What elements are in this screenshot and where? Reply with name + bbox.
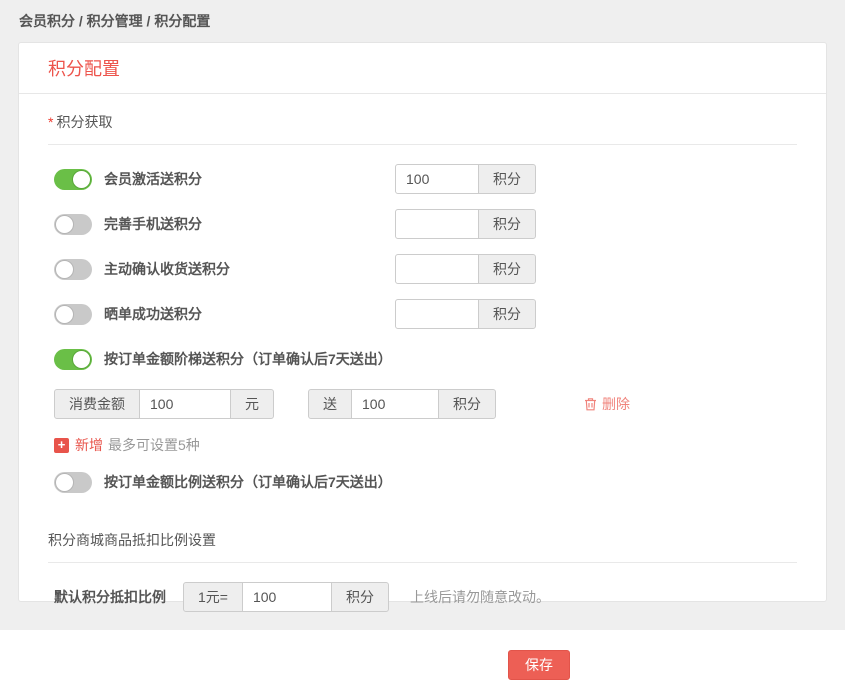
amount-label-addon: 消费金额 <box>54 389 140 419</box>
section-title-earn: *积分获取 <box>48 112 797 132</box>
delete-label: 删除 <box>602 394 630 414</box>
unit-addon: 积分 <box>331 582 389 612</box>
points-config-card: 积分配置 *积分获取 会员激活送积分 积分 完善手机送积分 <box>18 42 827 602</box>
give-points-group: 送 积分 <box>308 389 496 419</box>
toggle-knob <box>55 305 74 324</box>
divider <box>48 562 797 563</box>
points-input-group: 积分 <box>395 299 536 329</box>
ladder-config-row: 消费金额 元 送 积分 删除 <box>48 389 797 419</box>
trash-icon <box>584 397 597 411</box>
deduction-ratio-input[interactable] <box>242 582 332 612</box>
toggle-ladder-points[interactable] <box>54 349 92 370</box>
row-member-activation: 会员激活送积分 积分 <box>48 164 797 194</box>
action-bar: 保存 <box>0 630 845 690</box>
section-label-earn: 积分获取 <box>56 114 112 130</box>
card-header: 积分配置 <box>19 43 826 94</box>
toggle-share-order[interactable] <box>54 304 92 325</box>
unit-addon: 积分 <box>478 254 536 284</box>
yuan-addon: 元 <box>230 389 274 419</box>
row-confirm-receipt: 主动确认收货送积分 积分 <box>48 254 797 284</box>
toggle-knob <box>55 215 74 234</box>
deduction-ratio-label: 默认积分抵扣比例 <box>54 587 166 607</box>
points-input-group: 积分 <box>395 209 536 239</box>
toggle-ratio-points[interactable] <box>54 472 92 493</box>
toggle-member-activation[interactable] <box>54 169 92 190</box>
yuan-prefix-addon: 1元= <box>183 582 243 612</box>
row-label: 按订单金额阶梯送积分（订单确认后7天送出） <box>104 349 392 369</box>
consume-amount-input[interactable] <box>139 389 231 419</box>
unit-addon: 积分 <box>478 164 536 194</box>
row-ratio-points: 按订单金额比例送积分（订单确认后7天送出） <box>48 467 797 497</box>
row-label: 按订单金额比例送积分（订单确认后7天送出） <box>104 472 392 492</box>
points-input-group: 积分 <box>395 254 536 284</box>
give-label-addon: 送 <box>308 389 352 419</box>
deduction-ratio-group: 1元= 积分 <box>183 582 389 612</box>
toggle-complete-phone[interactable] <box>54 214 92 235</box>
row-share-order: 晒单成功送积分 积分 <box>48 299 797 329</box>
unit-addon: 积分 <box>438 389 496 419</box>
row-complete-phone: 完善手机送积分 积分 <box>48 209 797 239</box>
default-deduction-row: 默认积分抵扣比例 1元= 积分 上线后请勿随意改动。 <box>48 582 797 612</box>
unit-addon: 积分 <box>478 299 536 329</box>
points-input-confirm-receipt[interactable] <box>395 254 479 284</box>
toggle-knob <box>55 473 74 492</box>
points-input-member-activation[interactable] <box>395 164 479 194</box>
toggle-knob <box>72 170 91 189</box>
add-ladder-row: + 新增 最多可设置5种 <box>48 437 797 453</box>
points-input-group: 积分 <box>395 164 536 194</box>
plus-icon[interactable]: + <box>54 438 69 453</box>
toggle-confirm-receipt[interactable] <box>54 259 92 280</box>
save-button[interactable]: 保存 <box>508 650 570 680</box>
deduction-note: 上线后请勿随意改动。 <box>410 587 550 607</box>
card-body: *积分获取 会员激活送积分 积分 完善手机送积分 积分 <box>19 112 826 612</box>
divider <box>48 144 797 145</box>
row-label: 完善手机送积分 <box>104 214 202 234</box>
toggle-knob <box>72 350 91 369</box>
consume-amount-group: 消费金额 元 <box>54 389 274 419</box>
page-title: 积分配置 <box>48 55 120 81</box>
add-ladder-button[interactable]: 新增 <box>75 435 103 455</box>
row-ladder-points: 按订单金额阶梯送积分（订单确认后7天送出） <box>48 344 797 374</box>
row-label: 主动确认收货送积分 <box>104 259 230 279</box>
section-title-deduction: 积分商城商品抵扣比例设置 <box>48 530 797 550</box>
points-input-share-order[interactable] <box>395 299 479 329</box>
required-asterisk: * <box>48 114 53 130</box>
give-points-input[interactable] <box>351 389 439 419</box>
points-input-complete-phone[interactable] <box>395 209 479 239</box>
add-hint: 最多可设置5种 <box>108 435 200 455</box>
row-label: 会员激活送积分 <box>104 169 202 189</box>
unit-addon: 积分 <box>478 209 536 239</box>
delete-ladder-button[interactable]: 删除 <box>584 394 630 414</box>
row-label: 晒单成功送积分 <box>104 304 202 324</box>
breadcrumb: 会员积分 / 积分管理 / 积分配置 <box>0 0 845 42</box>
toggle-knob <box>55 260 74 279</box>
